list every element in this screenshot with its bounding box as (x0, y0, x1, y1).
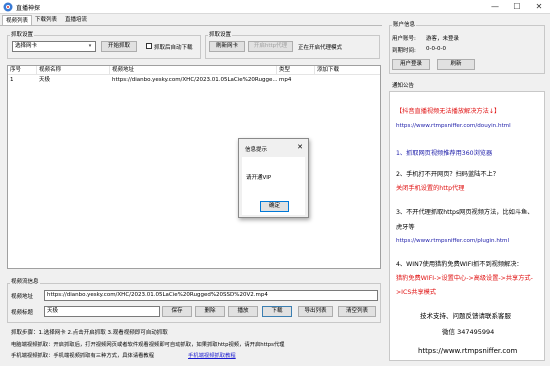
table-row[interactable]: 1 天极 https://dianbo.yesky.com/XHC/2023.0… (8, 76, 380, 85)
column-add-download[interactable]: 添加下载 (315, 66, 380, 75)
mobile-capture-tip: 手机端视频抓取：手机端视频抓取有三种方式，具体请看教程 (11, 353, 155, 359)
account-refresh-button[interactable]: 刷新 (437, 59, 475, 70)
row-add-download[interactable] (315, 76, 380, 85)
footer-url[interactable]: https://www.rtmpsniffer.com (418, 347, 517, 355)
main-tabs: 视频列表 下载列表 直播培流 (0, 15, 120, 25)
video-info-title: 视频流信息 (10, 277, 40, 285)
dialog-body: 请开通VIP 确定 (242, 157, 305, 215)
tip-https-line2: 虎牙等 (396, 224, 415, 231)
login-button[interactable]: 用户登录 (392, 59, 430, 70)
tab-live-stream[interactable]: 直播培流 (62, 15, 90, 25)
column-index[interactable]: 序号 (8, 66, 37, 75)
row-name: 天极 (39, 77, 51, 83)
tip-https-line1: 3、不开代理抓取https网页视频方法，比如斗鱼、 (396, 209, 534, 216)
row-index: 1 (10, 77, 14, 83)
minimize-button[interactable]: — (484, 0, 506, 13)
user-label: 用户账号: (392, 36, 416, 42)
capture-settings-title: 抓取设置 (208, 30, 233, 38)
row-type: mp4 (279, 77, 292, 83)
column-type[interactable]: 类型 (277, 66, 315, 75)
dialog-message: 请开通VIP (246, 175, 272, 181)
save-button[interactable]: 保存 (162, 306, 192, 317)
support-text: 技术支持、问题反馈请联系客服 (420, 312, 511, 320)
auto-download-label: 抓取后自动下载 (154, 45, 193, 51)
video-table[interactable]: 序号 视频名称 视频地址 类型 添加下载 1 天极 https://dianbo… (7, 65, 381, 269)
dialog-title: 信息提示 (245, 147, 268, 153)
http-proxy-button[interactable]: 开启http代理 (248, 41, 293, 52)
clear-list-button[interactable]: 清空列表 (338, 306, 376, 317)
plugin-url[interactable]: https://www.rtmpsniffer.com/plugin.html (396, 238, 509, 244)
video-address-label: 视频地址 (11, 294, 34, 300)
column-name[interactable]: 视频名称 (37, 66, 110, 75)
tip-wifi-line2[interactable]: >ICS共享模式 (396, 287, 436, 296)
tip-close-proxy-link[interactable]: 关闭手机设置的http代理 (396, 183, 464, 192)
video-info-group (7, 283, 381, 323)
table-header: 序号 视频名称 视频地址 类型 添加下载 (8, 66, 380, 75)
announcement-panel: 【抖音直播视频无法播放解决方法↓】 https://www.rtmpsniffe… (389, 91, 545, 361)
pc-capture-tip: 电脑端视频抓取：开启抓取后，打开视频网页或者软件观看视频即可自动抓取，如果抓取h… (11, 342, 285, 348)
expire-value: 0-0-0-0 (426, 46, 446, 52)
tip-mobile-proxy: 2、手机打不开网页？扫码蓝陆不上？ (396, 171, 499, 178)
support-wechat: 微信 347495994 (442, 328, 495, 336)
capture-group-title: 抓取设置 (10, 30, 35, 38)
app-logo-icon (3, 2, 13, 12)
video-title-field[interactable]: 天极 (44, 306, 160, 317)
nic-select[interactable]: 选择网卡 ▾ (12, 41, 96, 52)
tip-win7-wifi: 4、WIN7使用猎豹免费WIFI抓不到视频解决： (396, 261, 523, 268)
tab-video-list[interactable]: 视频列表 (2, 15, 33, 25)
announcement-headline: 【抖音直播视频无法播放解决方法↓】 (396, 108, 501, 115)
export-list-button[interactable]: 导出列表 (298, 306, 333, 317)
video-title-label: 视频标题 (11, 310, 34, 316)
window-title: 直播神探 (16, 5, 41, 12)
chevron-down-icon: ▾ (88, 43, 92, 49)
download-button[interactable]: 下载 (262, 306, 292, 317)
title-bar: 直播神探 — ☐ ✕ (0, 0, 550, 14)
column-url[interactable]: 视频地址 (110, 66, 277, 75)
account-group-title: 账户信息 (392, 20, 417, 28)
nic-select-value: 选择网卡 (15, 43, 38, 49)
expire-label: 到期时间: (392, 48, 416, 54)
video-address-field[interactable]: https://dianbo.yesky.com/XHC/2023.01.05L… (44, 290, 378, 301)
auto-download-checkbox[interactable] (146, 43, 152, 49)
info-dialog: 信息提示 ✕ 请开通VIP 确定 (238, 138, 309, 218)
user-value: 游客，未登录 (426, 36, 460, 42)
proxy-status-text: 正在开启代理模式 (298, 45, 343, 51)
douyin-url[interactable]: https://www.rtmpsniffer.com/douyin.html (396, 123, 511, 129)
tip-360-browser: 1、抓取网页视频推荐用360浏览器 (396, 150, 493, 157)
announcement-title: 通知公告 (391, 81, 416, 89)
delete-button[interactable]: 删除 (195, 306, 225, 317)
capture-steps-text: 抓取步骤：1.选择网卡 2.点击开启抓取 3.观看视频即可自动抓取 (11, 330, 168, 336)
refresh-nic-button[interactable]: 刷新网卡 (209, 41, 245, 52)
mobile-tutorial-link[interactable]: 手机端视频抓取教程 (188, 351, 236, 359)
dialog-ok-button[interactable]: 确定 (260, 201, 289, 212)
close-icon[interactable]: ✕ (297, 143, 303, 151)
tip-wifi-line1[interactable]: 猎豹免费WIFI->设置中心->高级设置->共享方式- (396, 273, 533, 282)
tab-download-list[interactable]: 下载列表 (32, 15, 60, 25)
start-capture-button[interactable]: 开始抓取 (101, 41, 137, 52)
close-button[interactable]: ✕ (528, 0, 550, 13)
maximize-button[interactable]: ☐ (506, 0, 528, 13)
row-url: https://dianbo.yesky.com/XHC/2023.01.05L… (112, 77, 277, 83)
play-button[interactable]: 播放 (228, 306, 258, 317)
